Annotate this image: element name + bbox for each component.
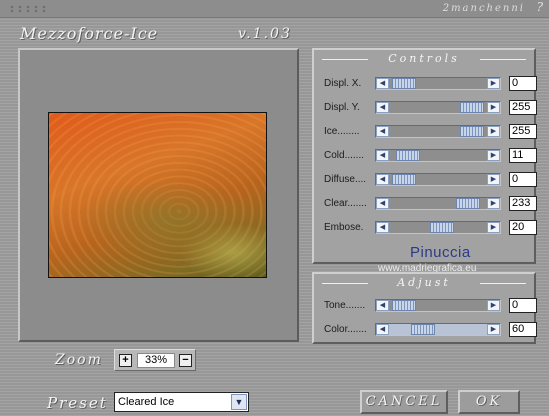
slider-row-clear: Clear....... ◀ ▶ 233 <box>322 196 537 212</box>
slider-label: Ice........ <box>324 126 360 137</box>
slider-track-tone[interactable]: ◀ ▶ <box>375 299 501 312</box>
arrow-left-icon[interactable]: ◀ <box>376 78 389 89</box>
controls-panel: Controls Displ. X. ◀ ▶ 0 Displ. Y. ◀ ▶ 2… <box>312 48 537 264</box>
ok-button[interactable]: OK <box>458 390 520 414</box>
arrow-right-icon[interactable]: ▶ <box>487 222 500 233</box>
slider-track-clear[interactable]: ◀ ▶ <box>375 197 501 210</box>
arrow-left-icon[interactable]: ◀ <box>376 150 389 161</box>
slider-thumb[interactable] <box>411 324 435 335</box>
arrow-right-icon[interactable]: ▶ <box>487 78 500 89</box>
watermark-name: Pinuccia <box>410 244 471 261</box>
author-credit: 2manchenni <box>442 3 525 14</box>
slider-label: Displ. X. <box>324 78 362 89</box>
slider-thumb[interactable] <box>430 222 454 233</box>
slider-thumb[interactable] <box>460 102 484 113</box>
value-input-diffuse[interactable]: 0 <box>509 172 537 187</box>
slider-label: Cold....... <box>324 150 365 161</box>
cancel-button[interactable]: CANCEL <box>360 390 448 414</box>
arrow-right-icon[interactable]: ▶ <box>487 300 500 311</box>
arrow-right-icon[interactable]: ▶ <box>487 324 500 335</box>
title-rule-right <box>480 59 526 60</box>
slider-thumb[interactable] <box>392 78 416 89</box>
slider-row-cold: Cold....... ◀ ▶ 11 <box>322 148 537 164</box>
slider-label: Tone....... <box>324 300 366 311</box>
preview-panel <box>18 48 299 342</box>
value-input-displ-x[interactable]: 0 <box>509 76 537 91</box>
arrow-left-icon[interactable]: ◀ <box>376 126 389 137</box>
app-version: v.1.03 <box>238 26 292 42</box>
slider-row-tone: Tone....... ◀ ▶ 0 <box>322 298 537 314</box>
zoom-control: + 33% − <box>114 349 196 371</box>
slider-label: Displ. Y. <box>324 102 360 113</box>
arrow-left-icon[interactable]: ◀ <box>376 102 389 113</box>
arrow-right-icon[interactable]: ▶ <box>487 102 500 113</box>
arrow-left-icon[interactable]: ◀ <box>376 222 389 233</box>
zoom-label: Zoom <box>55 352 103 368</box>
preview-image[interactable] <box>48 112 267 278</box>
zoom-out-button[interactable]: − <box>179 354 192 367</box>
slider-row-embose: Embose. ◀ ▶ 20 <box>322 220 537 236</box>
slider-label: Diffuse.... <box>324 174 367 185</box>
slider-track-diffuse[interactable]: ◀ ▶ <box>375 173 501 186</box>
slider-track-displ-x[interactable]: ◀ ▶ <box>375 77 501 90</box>
slider-track-color[interactable]: ◀ ▶ <box>375 323 501 336</box>
value-input-cold[interactable]: 11 <box>509 148 537 163</box>
help-icon[interactable]: ? <box>537 0 543 14</box>
value-input-ice[interactable]: 255 <box>509 124 537 139</box>
slider-label: Embose. <box>324 222 364 233</box>
slider-track-ice[interactable]: ◀ ▶ <box>375 125 501 138</box>
slider-thumb[interactable] <box>460 126 484 137</box>
zoom-in-button[interactable]: + <box>119 354 132 367</box>
value-input-displ-y[interactable]: 255 <box>509 100 537 115</box>
adjust-panel: Adjust Tone....... ◀ ▶ 0 Color....... ◀ … <box>312 272 537 344</box>
arrow-left-icon[interactable]: ◀ <box>376 324 389 335</box>
arrow-left-icon[interactable]: ◀ <box>376 198 389 209</box>
arrow-left-icon[interactable]: ◀ <box>376 300 389 311</box>
slider-thumb[interactable] <box>396 150 420 161</box>
slider-row-displ-y: Displ. Y. ◀ ▶ 255 <box>322 100 537 116</box>
slider-thumb[interactable] <box>392 174 416 185</box>
slider-thumb[interactable] <box>392 300 416 311</box>
value-input-clear[interactable]: 233 <box>509 196 537 211</box>
slider-track-displ-y[interactable]: ◀ ▶ <box>375 101 501 114</box>
slider-track-cold[interactable]: ◀ ▶ <box>375 149 501 162</box>
arrow-right-icon[interactable]: ▶ <box>487 198 500 209</box>
arrow-right-icon[interactable]: ▶ <box>487 150 500 161</box>
chevron-down-icon[interactable]: ▼ <box>231 394 247 410</box>
value-input-color[interactable]: 60 <box>509 322 537 337</box>
arrow-left-icon[interactable]: ◀ <box>376 174 389 185</box>
value-input-embose[interactable]: 20 <box>509 220 537 235</box>
title-rule-right <box>480 283 526 284</box>
preset-selected-value: Cleared Ice <box>118 396 175 408</box>
slider-row-color: Color....... ◀ ▶ 60 <box>322 322 537 338</box>
slider-track-embose[interactable]: ◀ ▶ <box>375 221 501 234</box>
slider-label: Color....... <box>324 324 367 335</box>
arrow-right-icon[interactable]: ▶ <box>487 126 500 137</box>
drag-grip-icon[interactable] <box>8 5 48 13</box>
zoom-value-field[interactable]: 33% <box>137 353 175 368</box>
slider-label: Clear....... <box>324 198 367 209</box>
title-bar: 2manchenni ? <box>0 0 549 18</box>
arrow-right-icon[interactable]: ▶ <box>487 174 500 185</box>
slider-row-ice: Ice........ ◀ ▶ 255 <box>322 124 537 140</box>
preset-label: Preset <box>47 394 108 412</box>
slider-row-displ-x: Displ. X. ◀ ▶ 0 <box>322 76 537 92</box>
value-input-tone[interactable]: 0 <box>509 298 537 313</box>
preset-dropdown[interactable]: Cleared Ice ▼ <box>114 392 249 412</box>
slider-row-diffuse: Diffuse.... ◀ ▶ 0 <box>322 172 537 188</box>
slider-thumb[interactable] <box>456 198 480 209</box>
app-title: Mezzoforce-Ice <box>20 24 159 43</box>
